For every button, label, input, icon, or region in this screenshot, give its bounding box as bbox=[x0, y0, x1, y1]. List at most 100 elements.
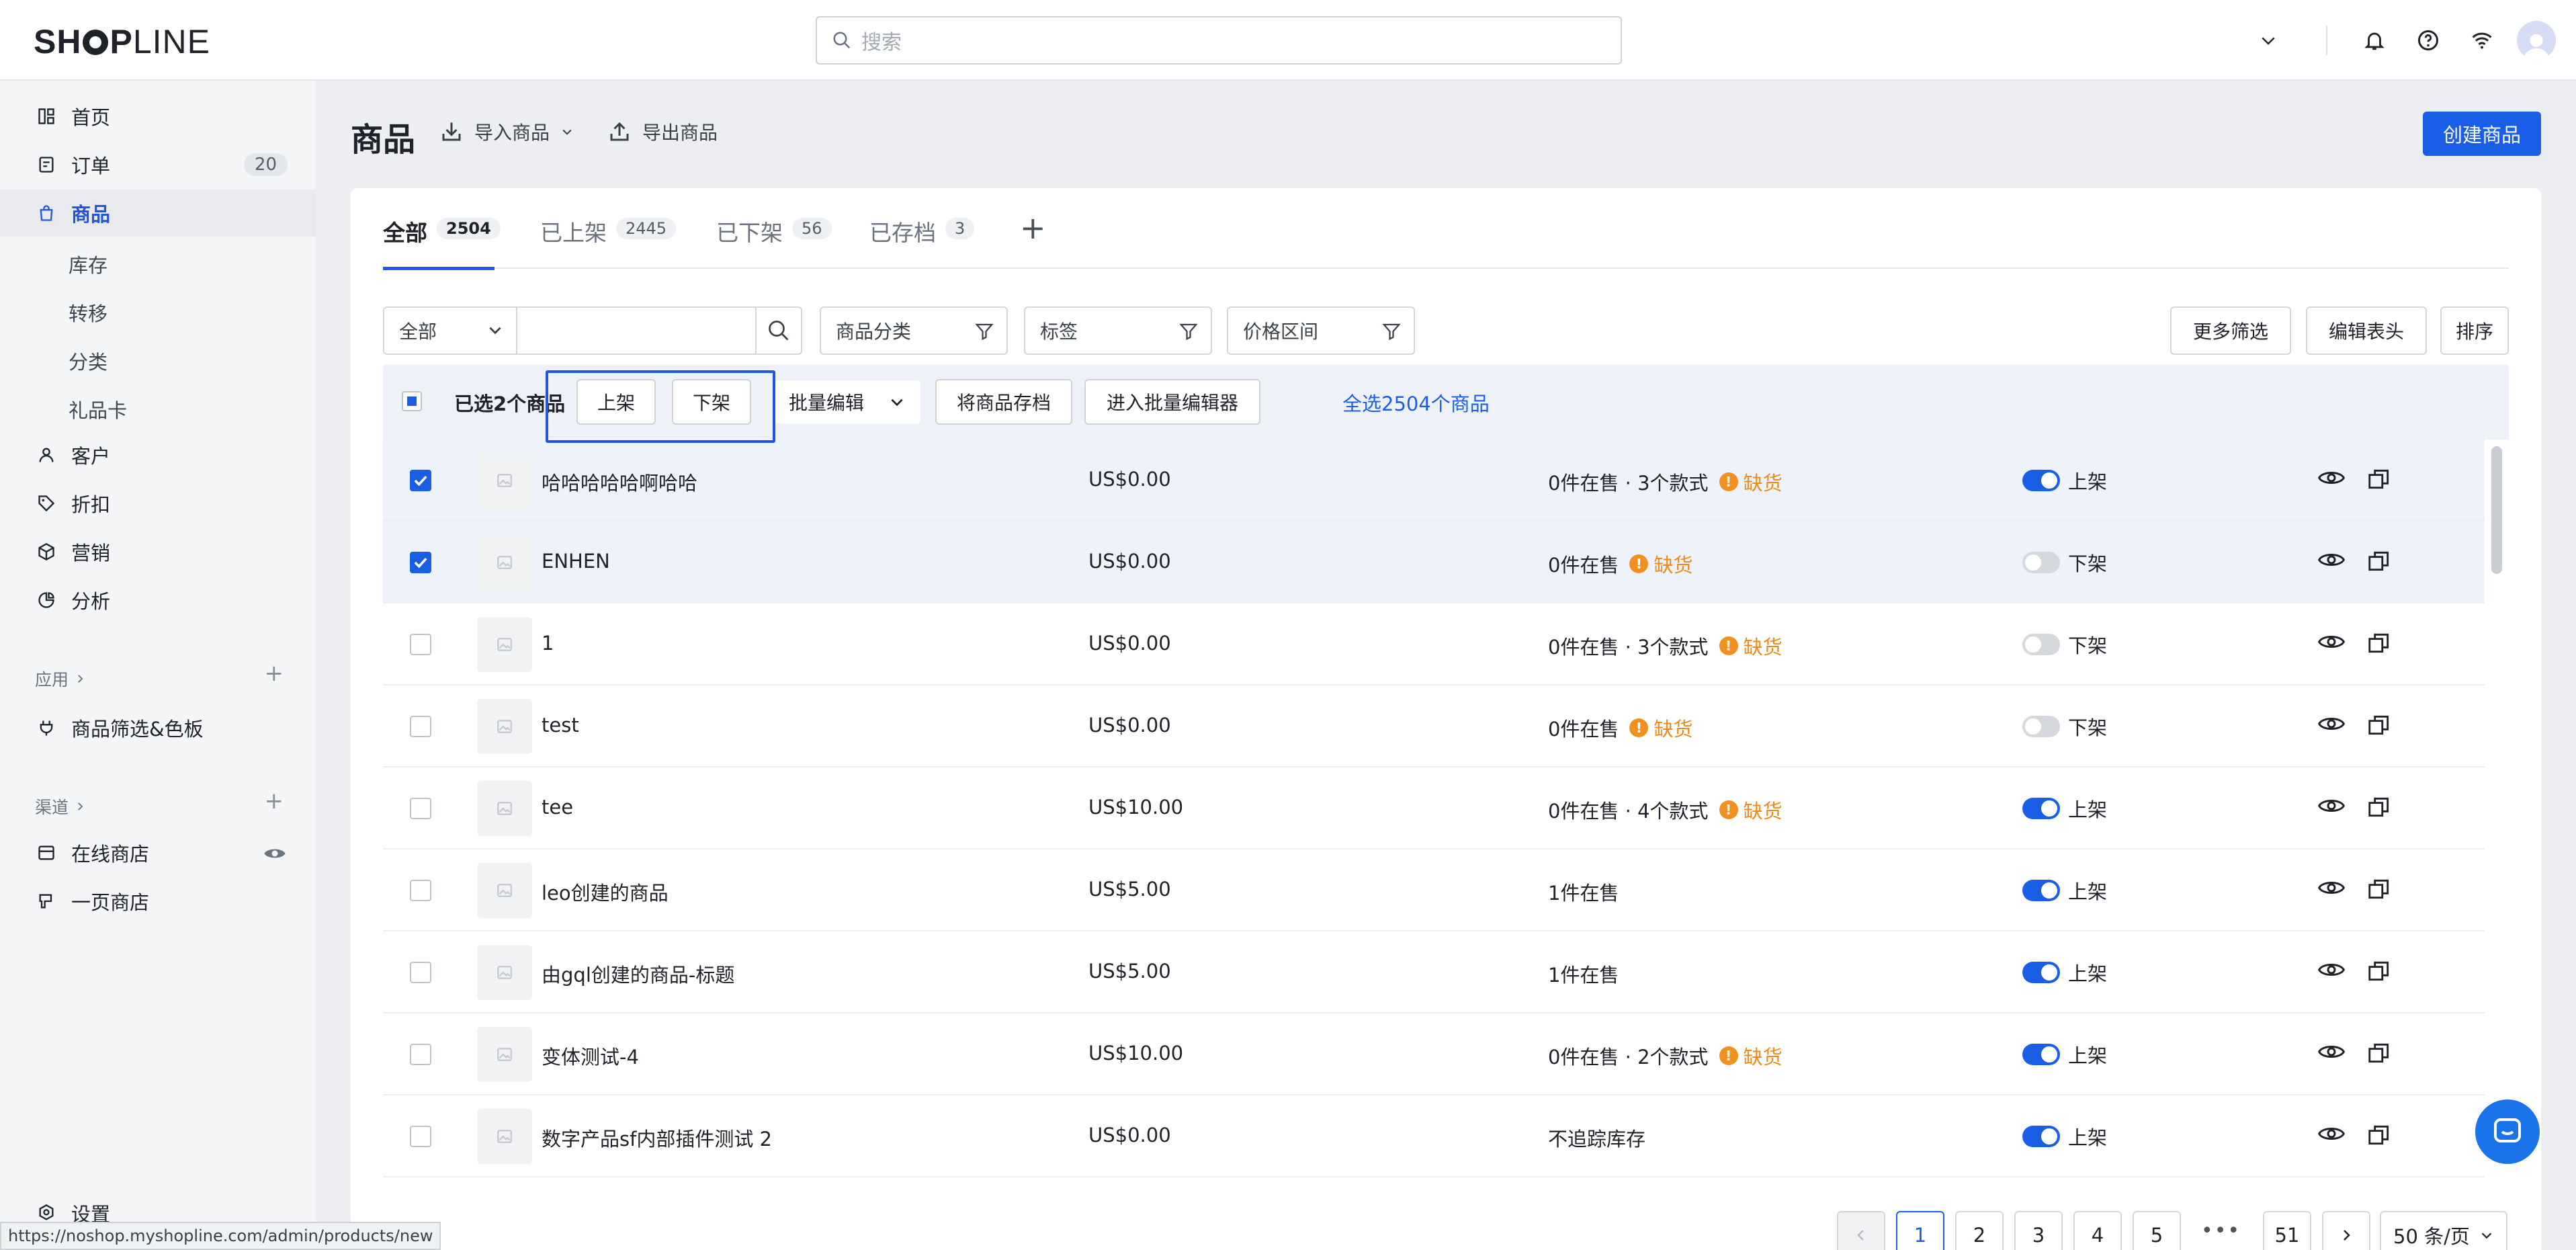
publish-toggle[interactable]: 上架 bbox=[2022, 466, 2107, 495]
publish-toggle[interactable]: 下架 bbox=[2022, 712, 2107, 741]
row-checkbox[interactable] bbox=[410, 962, 431, 983]
product-thumbnail[interactable] bbox=[477, 535, 532, 590]
eye-icon[interactable] bbox=[2317, 632, 2346, 655]
eye-icon[interactable] bbox=[2317, 468, 2346, 491]
bell-icon[interactable] bbox=[2354, 20, 2395, 60]
sort-button[interactable]: 排序 bbox=[2440, 306, 2509, 355]
prev-page-button[interactable] bbox=[1837, 1211, 1885, 1250]
product-name[interactable]: 哈哈哈哈哈啊哈哈 bbox=[542, 468, 697, 496]
select-all-products-link[interactable]: 全选2504个商品 bbox=[1342, 388, 1490, 417]
product-name[interactable]: 1 bbox=[542, 632, 554, 655]
sidebar-item-analytics[interactable]: 分析 bbox=[0, 577, 316, 624]
chevron-down-icon[interactable] bbox=[2248, 20, 2288, 60]
per-page-select[interactable]: 50 条/页 bbox=[2380, 1211, 2507, 1250]
add-tab-plus-icon[interactable]: + bbox=[1020, 210, 1046, 246]
publish-toggle[interactable]: 上架 bbox=[2022, 1122, 2107, 1151]
table-row[interactable]: leo创建的商品 US$5.00 1件在售 上架 bbox=[383, 849, 2485, 931]
eye-icon[interactable] bbox=[2317, 796, 2346, 819]
toggle-switch[interactable] bbox=[2022, 634, 2060, 655]
product-search-input[interactable] bbox=[516, 306, 757, 355]
table-row[interactable]: tee US$10.00 0件在售 · 4个款式! 缺货 上架 bbox=[383, 767, 2485, 849]
product-thumbnail[interactable] bbox=[477, 699, 532, 754]
sidebar-item-discounts[interactable]: 折扣 bbox=[0, 480, 316, 527]
page-1-button[interactable]: 1 bbox=[1896, 1211, 1944, 1250]
sidebar-item-one-page-store[interactable]: 一页商店 bbox=[0, 878, 316, 925]
product-name[interactable]: 数字产品sf内部插件测试 2 bbox=[542, 1124, 772, 1152]
price-range-filter[interactable]: 价格区间 bbox=[1227, 306, 1415, 355]
search-button[interactable] bbox=[755, 306, 802, 355]
row-checkbox[interactable] bbox=[410, 552, 431, 573]
page-5-button[interactable]: 5 bbox=[2133, 1211, 2181, 1250]
copy-icon[interactable] bbox=[2366, 1122, 2392, 1151]
publish-toggle[interactable]: 下架 bbox=[2022, 630, 2107, 659]
next-page-button[interactable] bbox=[2322, 1211, 2370, 1250]
row-checkbox[interactable] bbox=[410, 634, 431, 655]
publish-toggle[interactable]: 上架 bbox=[2022, 1040, 2107, 1069]
publish-toggle[interactable]: 上架 bbox=[2022, 876, 2107, 905]
copy-icon[interactable] bbox=[2366, 958, 2392, 987]
row-checkbox[interactable] bbox=[410, 1044, 431, 1065]
add-channel-plus-icon[interactable]: + bbox=[265, 788, 284, 815]
toggle-switch[interactable] bbox=[2022, 880, 2060, 901]
table-scrollbar[interactable] bbox=[2485, 440, 2509, 1179]
publish-toggle[interactable]: 上架 bbox=[2022, 794, 2107, 823]
page-last-button[interactable]: 51 bbox=[2263, 1211, 2311, 1250]
product-name[interactable]: 变体测试-4 bbox=[542, 1042, 639, 1070]
product-thumbnail[interactable] bbox=[477, 617, 532, 672]
wifi-icon[interactable] bbox=[2462, 20, 2502, 60]
row-checkbox[interactable] bbox=[410, 880, 431, 901]
toggle-switch[interactable] bbox=[2022, 716, 2060, 737]
toggle-switch[interactable] bbox=[2022, 1044, 2060, 1065]
product-thumbnail[interactable] bbox=[477, 1109, 532, 1164]
help-icon[interactable] bbox=[2408, 20, 2448, 60]
product-thumbnail[interactable] bbox=[477, 945, 532, 1000]
tab-published[interactable]: 已上架 2445 bbox=[540, 215, 677, 269]
page-2-button[interactable]: 2 bbox=[1955, 1211, 2004, 1250]
more-filters-button[interactable]: 更多筛选 bbox=[2170, 306, 2291, 355]
scrollbar-thumb[interactable] bbox=[2491, 446, 2502, 574]
toggle-switch[interactable] bbox=[2022, 798, 2060, 819]
table-row[interactable]: ENHEN US$0.00 0件在售! 缺货 下架 bbox=[383, 522, 2485, 603]
toggle-switch[interactable] bbox=[2022, 470, 2060, 491]
tags-filter[interactable]: 标签 bbox=[1024, 306, 1212, 355]
table-row[interactable]: 数字产品sf内部插件测试 2 US$0.00 不追踪库存 上架 bbox=[383, 1095, 2485, 1177]
eye-icon[interactable] bbox=[2317, 878, 2346, 901]
table-row[interactable]: 哈哈哈哈哈啊哈哈 US$0.00 0件在售 · 3个款式! 缺货 上架 bbox=[383, 440, 2485, 522]
chat-support-button[interactable] bbox=[2475, 1099, 2540, 1164]
copy-icon[interactable] bbox=[2366, 712, 2392, 741]
row-checkbox[interactable] bbox=[410, 1126, 431, 1147]
scope-select[interactable]: 全部 bbox=[383, 306, 517, 355]
product-thumbnail[interactable] bbox=[477, 781, 532, 836]
tab-all[interactable]: 全部 2504 bbox=[383, 215, 501, 270]
sidebar-sub-inventory[interactable]: 库存 bbox=[69, 250, 108, 278]
table-row[interactable]: 由gql创建的商品-标题 US$5.00 1件在售 上架 bbox=[383, 931, 2485, 1013]
product-thumbnail[interactable] bbox=[477, 453, 532, 508]
select-all-checkbox[interactable] bbox=[402, 391, 422, 411]
copy-icon[interactable] bbox=[2366, 548, 2392, 577]
table-row[interactable]: 1 US$0.00 0件在售 · 3个款式! 缺货 下架 bbox=[383, 603, 2485, 685]
product-name[interactable]: test bbox=[542, 714, 579, 737]
product-name[interactable]: ENHEN bbox=[542, 550, 610, 573]
row-checkbox[interactable] bbox=[410, 470, 431, 491]
sidebar-sub-gift-cards[interactable]: 礼品卡 bbox=[69, 395, 127, 423]
eye-icon[interactable] bbox=[2317, 1042, 2346, 1065]
sidebar-sub-categories[interactable]: 分类 bbox=[69, 347, 108, 375]
eye-icon[interactable] bbox=[2317, 550, 2346, 573]
sidebar-item-home[interactable]: 首页 bbox=[0, 93, 316, 140]
row-checkbox[interactable] bbox=[410, 798, 431, 819]
copy-icon[interactable] bbox=[2366, 630, 2392, 659]
sidebar-item-customers[interactable]: 客户 bbox=[0, 431, 316, 478]
product-thumbnail[interactable] bbox=[477, 863, 532, 918]
copy-icon[interactable] bbox=[2366, 466, 2392, 495]
table-row[interactable]: 变体测试-4 US$10.00 0件在售 · 2个款式! 缺货 上架 bbox=[383, 1013, 2485, 1095]
category-filter[interactable]: 商品分类 bbox=[820, 306, 1008, 355]
sidebar-item-products[interactable]: 商品 bbox=[0, 190, 316, 237]
page-4-button[interactable]: 4 bbox=[2073, 1211, 2122, 1250]
add-app-plus-icon[interactable]: + bbox=[265, 660, 284, 687]
eye-icon[interactable] bbox=[2317, 960, 2346, 983]
sidebar-item-marketing[interactable]: 营销 bbox=[0, 528, 316, 575]
publish-toggle[interactable]: 上架 bbox=[2022, 958, 2107, 987]
edit-columns-button[interactable]: 编辑表头 bbox=[2306, 306, 2427, 355]
sidebar-item-orders[interactable]: 订单 20 bbox=[0, 141, 316, 188]
row-checkbox[interactable] bbox=[410, 716, 431, 737]
